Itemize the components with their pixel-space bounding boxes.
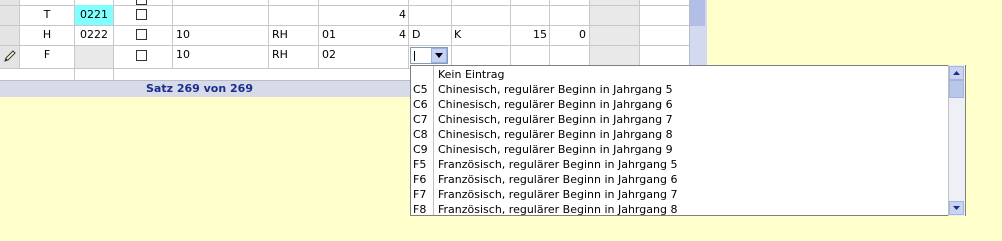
grid-scroll-thumb[interactable]	[690, 0, 705, 26]
stunden-cell[interactable]: 4	[319, 5, 406, 25]
scroll-down-button[interactable]	[949, 201, 964, 215]
kuerzel-cell[interactable]: 0221	[75, 5, 113, 25]
row-checkbox[interactable]	[136, 50, 147, 61]
item-label: Französisch, regulärer Beginn in Jahrgan…	[438, 203, 678, 216]
row-checkbox[interactable]	[136, 29, 147, 40]
item-code: F7	[413, 188, 427, 201]
gruppe-cell[interactable]: RH	[272, 45, 288, 65]
item-label: Chinesisch, regulärer Beginn in Jahrgang…	[438, 113, 673, 126]
nr-cell[interactable]: 02	[322, 45, 336, 65]
gruppe-cell[interactable]: RH	[272, 25, 288, 45]
item-label: Chinesisch, regulärer Beginn in Jahrgang…	[438, 83, 673, 96]
klasse-cell[interactable]: 10	[176, 25, 190, 45]
list-item[interactable]: C9 Chinesisch, regulärer Beginn in Jahrg…	[411, 142, 949, 157]
scroll-up-button[interactable]	[949, 66, 964, 80]
record-counter: Satz 269 von 269	[146, 82, 253, 95]
kuerzel-empty-cell	[75, 46, 113, 69]
list-item[interactable]: F8 Französisch, regulärer Beginn in Jahr…	[411, 202, 949, 216]
item-code: F8	[413, 203, 427, 216]
text-caret	[414, 51, 415, 61]
item-code: C9	[413, 143, 428, 156]
item-code: C6	[413, 98, 428, 111]
arrow-down-icon	[953, 206, 960, 210]
list-item[interactable]: C6 Chinesisch, regulärer Beginn in Jahrg…	[411, 97, 949, 112]
kuerzel-cell[interactable]: 0222	[75, 25, 113, 45]
item-label: Chinesisch, regulärer Beginn in Jahrgang…	[438, 98, 673, 111]
item-label: Chinesisch, regulärer Beginn in Jahrgang…	[438, 128, 673, 141]
typ-cell[interactable]: F	[20, 45, 74, 65]
list-item[interactable]: F5 Französisch, regulärer Beginn in Jahr…	[411, 157, 949, 172]
fach-cell[interactable]: D	[412, 25, 420, 45]
item-code: C5	[413, 83, 428, 96]
dropdown-toggle-button[interactable]	[431, 48, 447, 63]
arrow-up-icon	[953, 71, 960, 75]
item-code: F5	[413, 158, 427, 171]
fach-dropdown-list[interactable]: Kein Eintrag C5 Chinesisch, regulärer Be…	[410, 65, 966, 216]
row-checkbox-partial[interactable]	[136, 0, 147, 5]
item-code: F6	[413, 173, 427, 186]
wert2-cell[interactable]: 0	[550, 25, 586, 45]
list-item[interactable]: C5 Chinesisch, regulärer Beginn in Jahrg…	[411, 82, 949, 97]
chevron-down-icon	[435, 53, 443, 58]
list-item[interactable]: C8 Chinesisch, regulärer Beginn in Jahrg…	[411, 127, 949, 142]
klasse-cell[interactable]: 10	[176, 45, 190, 65]
pencil-icon	[3, 49, 17, 63]
item-label: Französisch, regulärer Beginn in Jahrgan…	[438, 188, 678, 201]
item-code: C8	[413, 128, 428, 141]
typ-cell[interactable]: H	[20, 25, 74, 45]
list-item[interactable]: F6 Französisch, regulärer Beginn in Jahr…	[411, 172, 949, 187]
item-label: Kein Eintrag	[438, 68, 505, 81]
wert1-cell[interactable]: 15	[511, 25, 547, 45]
list-item[interactable]: Kein Eintrag	[411, 67, 949, 82]
lehrer-cell[interactable]: K	[454, 25, 461, 45]
row-checkbox[interactable]	[136, 9, 147, 20]
item-label: Chinesisch, regulärer Beginn in Jahrgang…	[438, 143, 673, 156]
dropdown-scroll-thumb[interactable]	[949, 80, 964, 98]
readonly-column	[589, 0, 639, 69]
item-label: Französisch, regulärer Beginn in Jahrgan…	[438, 173, 678, 186]
list-item[interactable]: F7 Französisch, regulärer Beginn in Jahr…	[411, 187, 949, 202]
list-item[interactable]: C7 Chinesisch, regulärer Beginn in Jahrg…	[411, 112, 949, 127]
item-label: Französisch, regulärer Beginn in Jahrgan…	[438, 158, 678, 171]
typ-cell[interactable]: T	[20, 5, 74, 25]
item-code: C7	[413, 113, 428, 126]
stunden-cell[interactable]: 4	[319, 25, 406, 45]
